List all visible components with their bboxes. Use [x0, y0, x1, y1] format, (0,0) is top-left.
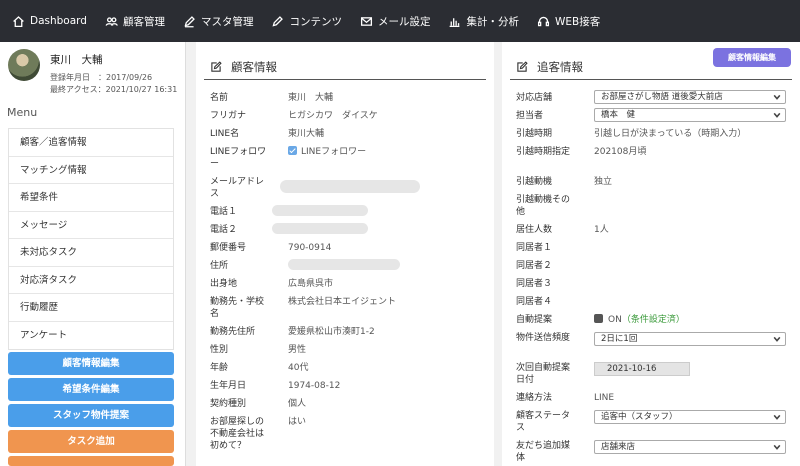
line-follower-checkbox[interactable]: LINEフォロワー — [288, 146, 366, 158]
next-proposal-date-input[interactable]: 2021-10-16 — [594, 362, 690, 376]
menu-item-done-tasks[interactable]: 対応済タスク — [9, 267, 173, 294]
menu-item-customer-info[interactable]: 顧客／追客情報 — [9, 129, 173, 157]
menu-item-messages[interactable]: メッセージ — [9, 212, 173, 239]
nav-dashboard[interactable]: Dashboard — [12, 15, 87, 28]
title-divider — [510, 79, 792, 80]
customer-info-panel: 顧客情報 名前 東川 大輔 フリガナ ヒガシカワ ダイスケ LINE名 東川大輔… — [196, 42, 494, 466]
menu-item-survey[interactable]: アンケート — [9, 322, 173, 350]
customer-info-title: 顧客情報 — [210, 59, 277, 75]
chevron-down-icon — [773, 413, 781, 421]
send-frequency-select[interactable]: 2日に1回 — [594, 332, 786, 346]
side-menu: 顧客／追客情報 マッチング情報 希望条件 メッセージ 未対応タスク 対応済タスク… — [8, 128, 174, 350]
chevron-down-icon — [773, 93, 781, 101]
menu-item-matching[interactable]: マッチング情報 — [9, 157, 173, 184]
nav-mail-settings[interactable]: メール設定 — [360, 14, 430, 29]
menu-item-open-tasks[interactable]: 未対応タスク — [9, 239, 173, 267]
staff-property-proposal-button[interactable]: スタッフ物件提案 — [8, 404, 174, 427]
tracking-info-title: 追客情報 — [516, 59, 583, 75]
more-button[interactable] — [8, 456, 174, 466]
mail-icon — [360, 16, 372, 26]
staff-select[interactable]: 橋本 健 — [594, 108, 786, 122]
pencil-icon — [184, 15, 195, 27]
menu-item-history[interactable]: 行動履歴 — [9, 294, 173, 322]
profile-name: 東川 大輔 — [50, 54, 103, 66]
edit-customer-button[interactable]: 顧客情報編集 — [8, 352, 174, 375]
redacted-phone2 — [272, 223, 368, 234]
store-select[interactable]: お部屋さがし物語 道後愛大前店 — [594, 90, 786, 104]
top-nav: Dashboard 顧客管理 マスタ管理 コンテンツ メール設定 集計・分析 W… — [0, 0, 800, 42]
chevron-down-icon — [773, 443, 781, 451]
menu-title: Menu — [7, 106, 38, 119]
pencil-icon — [272, 15, 284, 27]
menu-item-preferences[interactable]: 希望条件 — [9, 184, 173, 212]
redacted-address — [288, 259, 400, 270]
redacted-phone1 — [272, 205, 368, 216]
nav-analytics[interactable]: 集計・分析 — [448, 14, 519, 29]
checkbox-checked-icon — [288, 146, 297, 155]
nav-master[interactable]: マスタ管理 — [183, 14, 253, 29]
bar-chart-icon — [450, 17, 460, 27]
edit-icon — [211, 61, 222, 72]
redacted-email — [280, 180, 420, 193]
users-icon — [105, 16, 118, 26]
chevron-down-icon — [773, 111, 781, 119]
auto-proposal-toggle[interactable]: ON（条件設定済） — [594, 314, 685, 326]
chevron-down-icon — [773, 335, 781, 343]
add-task-button[interactable]: タスク追加 — [8, 430, 174, 453]
nav-customers[interactable]: 顧客管理 — [105, 14, 165, 29]
customer-status-select[interactable]: 追客中（スタッフ） — [594, 410, 786, 424]
headset-icon — [537, 16, 549, 26]
tracking-info-panel: 顧客情報編集 追客情報 対応店舗 お部屋さがし物語 道後愛大前店 担当者 橋本 … — [502, 42, 800, 466]
edit-preferences-button[interactable]: 希望条件編集 — [8, 378, 174, 401]
avatar — [8, 49, 40, 81]
sidebar: 東川 大輔 登録年月日 ：2017/09/26 最終アクセス：2021/10/2… — [0, 42, 186, 466]
toggle-icon — [594, 314, 603, 323]
nav-web-service[interactable]: WEB接客 — [537, 14, 600, 29]
home-icon — [13, 15, 24, 27]
nav-contents[interactable]: コンテンツ — [271, 14, 342, 29]
friend-source-select[interactable]: 店舗来店 — [594, 440, 786, 454]
title-divider — [204, 79, 486, 80]
edit-icon — [517, 61, 528, 72]
profile-card: 東川 大輔 登録年月日 ：2017/09/26 最終アクセス：2021/10/2… — [0, 42, 185, 100]
profile-registered: 登録年月日 ：2017/09/26 — [50, 73, 153, 82]
edit-customer-info-button[interactable]: 顧客情報編集 — [713, 48, 791, 67]
profile-last-access: 最終アクセス：2021/10/27 16:31 — [50, 85, 178, 94]
